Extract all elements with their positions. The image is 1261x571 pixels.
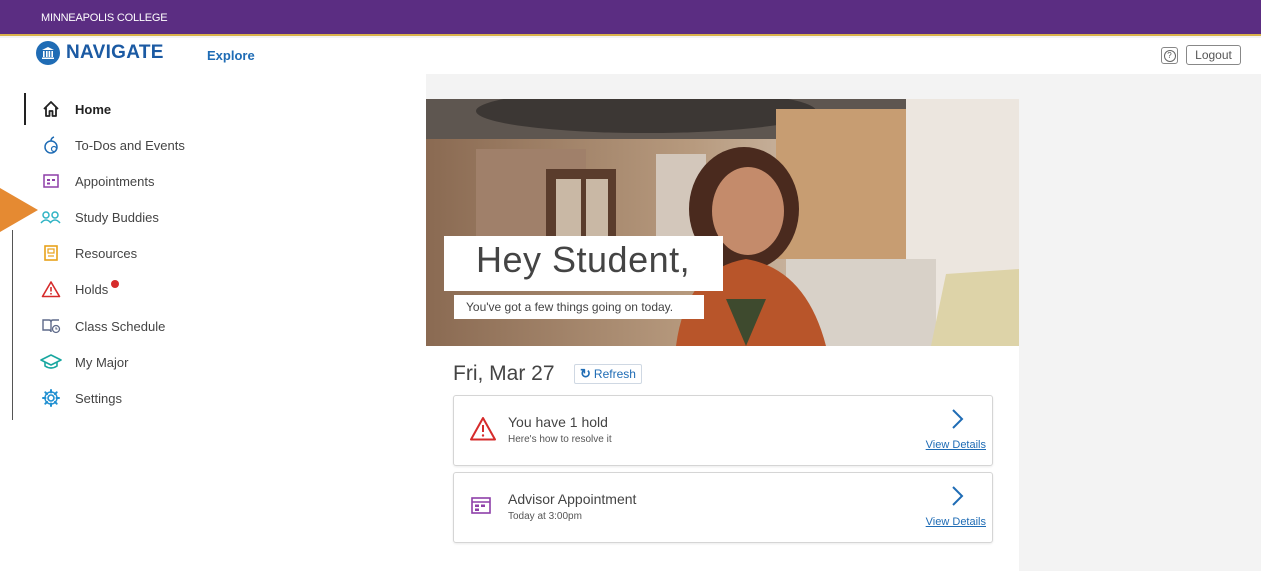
sidebar-item-label: Settings [75,390,122,406]
sidebar-item-label: My Major [75,354,129,370]
college-banner: MINNEAPOLIS COLLEGE [0,0,1261,36]
chevron-right-icon[interactable] [946,408,968,430]
sidebar-item-label: Holds [75,281,109,297]
card-subtitle: Here's how to resolve it [508,434,612,445]
warning-icon [40,278,62,300]
greeting-subtitle: You've got a few things going on today. [466,300,674,314]
view-details-link[interactable]: View Details [926,516,986,528]
greeting-box: Hey Student, [444,236,723,291]
sidebar-item-label: Class Schedule [75,318,166,334]
gear-icon [40,387,62,409]
sidebar-item-study-buddies[interactable]: Study Buddies [40,204,240,230]
bank-icon [36,41,60,65]
sidebar-item-label: Study Buddies [75,209,159,225]
warning-icon [469,416,497,444]
chevron-right-icon[interactable] [946,485,968,507]
people-icon [40,206,62,228]
sidebar-item-label: Resources [75,245,138,261]
graduation-cap-icon [40,351,62,373]
sidebar-divider [12,230,13,420]
main-content: Hey Student, You've got a few things goi… [426,99,1019,571]
refresh-label: Refresh [593,367,636,381]
help-icon: ? [1163,49,1176,62]
hero-banner: Hey Student, You've got a few things goi… [426,99,1019,346]
schedule-icon [40,315,62,337]
sidebar-item-todos[interactable]: To-Dos and Events [40,132,240,158]
help-button[interactable]: ? [1161,47,1178,64]
sidebar-item-resources[interactable]: Resources [40,240,240,266]
sidebar-item-label: Appointments [75,173,155,189]
card-title: You have 1 hold [508,414,608,430]
sidebar-item-label: To-Dos and Events [75,137,185,153]
today-date: Fri, Mar 27 [453,362,555,385]
apple-icon [40,134,62,156]
hold-card[interactable]: You have 1 hold Here's how to resolve it… [453,395,993,466]
view-details-link[interactable]: View Details [926,439,986,451]
navigate-logo[interactable]: NAVIGATE [36,41,164,65]
refresh-icon: ↻ [580,366,591,381]
logo-text: NAVIGATE [66,42,164,63]
active-item-indicator [24,93,26,125]
app-header: NAVIGATE Explore ? Logout [0,38,1261,74]
sidebar-item-label: Home [75,101,112,117]
sidebar-item-holds[interactable]: Holds [40,276,240,302]
sidebar-item-my-major[interactable]: My Major [40,349,240,375]
refresh-button[interactable]: ↻ Refresh [574,364,642,384]
sidebar-item-appointments[interactable]: Appointments [40,168,240,194]
logout-button[interactable]: Logout [1186,45,1241,65]
card-title: Advisor Appointment [508,491,637,507]
home-icon [40,98,62,120]
callout-arrow [0,188,38,232]
book-icon [40,242,62,264]
calendar-icon [40,170,62,192]
sidebar-item-class-schedule[interactable]: Class Schedule [40,313,240,339]
sidebar-item-settings[interactable]: Settings [40,385,240,411]
greeting-text: Hey Student, [476,239,691,280]
explore-link[interactable]: Explore [207,48,255,63]
card-subtitle: Today at 3:00pm [508,511,582,522]
holds-alert-badge [111,280,120,288]
appointment-card[interactable]: Advisor Appointment Today at 3:00pm View… [453,472,993,543]
sidebar-item-home[interactable]: Home [40,96,240,122]
college-name: MINNEAPOLIS COLLEGE [41,12,168,24]
calendar-icon [469,493,497,521]
greeting-subtitle-box: You've got a few things going on today. [454,295,704,319]
page: MINNEAPOLIS COLLEGE NAVIGATE Explore ? L… [0,0,1261,571]
